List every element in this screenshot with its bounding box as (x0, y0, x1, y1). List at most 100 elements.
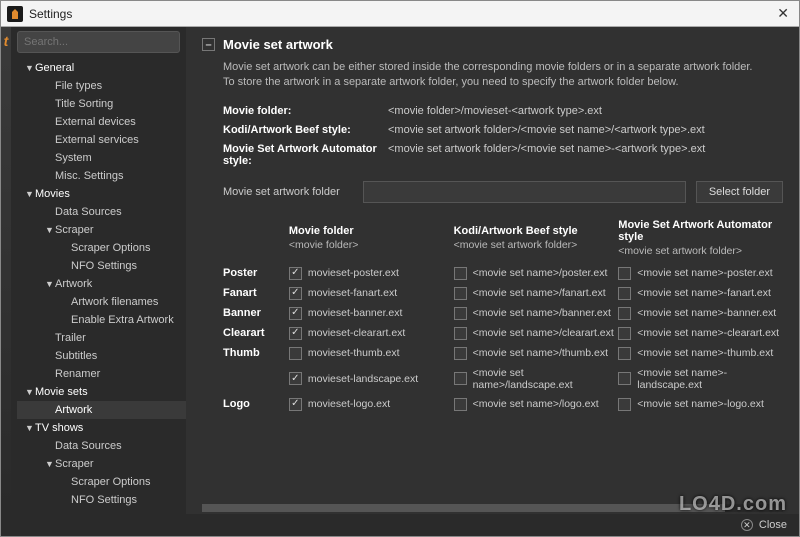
grid-row-label: Clearart (223, 327, 289, 339)
tree-item-external-devices[interactable]: External devices (17, 113, 186, 131)
grid-cell-text: <movie set name>-landscape.ext (637, 367, 783, 391)
tree-item-scraper-options[interactable]: Scraper Options (17, 473, 186, 491)
tree-item-label: System (55, 152, 92, 164)
grid-cell: movieset-poster.ext (289, 267, 454, 280)
grid-cell: movieset-thumb.ext (289, 347, 454, 360)
tree-item-movie-sets[interactable]: ▼Movie sets (17, 383, 186, 401)
grid-header: Movie folder<movie folder>Kodi/Artwork B… (223, 219, 783, 257)
checkbox[interactable] (618, 347, 631, 360)
path-examples: Movie folder:<movie folder>/movieset-<ar… (202, 105, 783, 167)
tree-item-data-sources[interactable]: Data Sources (17, 203, 186, 221)
tree-item-general[interactable]: ▼General (17, 59, 186, 77)
footer-close-button[interactable]: ✕ Close (1, 514, 799, 536)
artwork-folder-input[interactable] (363, 181, 686, 203)
path-row: Movie folder:<movie folder>/movieset-<ar… (223, 105, 783, 117)
checkbox[interactable] (454, 372, 467, 385)
tree-item-scraper[interactable]: ▼Scraper (17, 221, 186, 239)
left-strip: t (1, 27, 11, 514)
grid-cell-text: movieset-logo.ext (308, 398, 390, 410)
search-container (17, 31, 180, 53)
checkbox[interactable] (454, 347, 467, 360)
select-folder-button[interactable]: Select folder (696, 181, 783, 203)
checkbox[interactable] (454, 307, 467, 320)
tree-item-scraper[interactable]: ▼Scraper (17, 455, 186, 473)
path-value: <movie folder>/movieset-<artwork type>.e… (388, 105, 602, 117)
checkbox[interactable] (454, 327, 467, 340)
checkbox[interactable] (454, 398, 467, 411)
tree-item-label: Movies (35, 188, 70, 200)
checkbox[interactable] (289, 287, 302, 300)
collapse-icon[interactable]: – (202, 38, 215, 51)
tree-item-system[interactable]: System (17, 149, 186, 167)
checkbox[interactable] (618, 398, 631, 411)
nav-tree[interactable]: ▼GeneralFile typesTitle SortingExternal … (11, 57, 186, 514)
grid-cell-text: <movie set name>-logo.ext (637, 398, 764, 410)
checkbox[interactable] (289, 398, 302, 411)
checkbox[interactable] (618, 287, 631, 300)
section-title: Movie set artwork (223, 37, 333, 52)
grid-row: Clearartmovieset-clearart.ext<movie set … (223, 327, 783, 340)
caret-icon: ▼ (25, 387, 35, 397)
tree-item-enable-extra-artwork[interactable]: Enable Extra Artwork (17, 311, 186, 329)
checkbox[interactable] (618, 307, 631, 320)
logo-icon: t (4, 33, 9, 49)
tree-item-label: External services (55, 134, 139, 146)
grid-cell: <movie set name>-poster.ext (618, 267, 783, 280)
tree-item-artwork[interactable]: Artwork (17, 401, 186, 419)
caret-icon: ▼ (45, 279, 55, 289)
checkbox[interactable] (289, 347, 302, 360)
artwork-folder-row: Movie set artwork folder Select folder (202, 181, 783, 203)
grid-cell-text: movieset-poster.ext (308, 267, 399, 279)
tree-item-nfo-settings[interactable]: NFO Settings (17, 491, 186, 509)
checkbox[interactable] (289, 372, 302, 385)
grid-cell: <movie set name>/logo.ext (454, 398, 619, 411)
tree-item-data-sources[interactable]: Data Sources (17, 437, 186, 455)
checkbox[interactable] (618, 372, 631, 385)
grid-column-header: Kodi/Artwork Beef style<movie set artwor… (454, 225, 619, 251)
checkbox[interactable] (618, 327, 631, 340)
section-description: Movie set artwork can be either stored i… (202, 60, 783, 91)
tree-item-movies[interactable]: ▼Movies (17, 185, 186, 203)
horizontal-scrollbar[interactable] (202, 504, 783, 512)
tree-item-nfo-settings[interactable]: NFO Settings (17, 257, 186, 275)
window-title: Settings (29, 7, 72, 21)
caret-icon: ▼ (45, 459, 55, 469)
footer-close-label: Close (759, 519, 787, 531)
tree-item-label: Misc. Settings (55, 170, 123, 182)
tree-item-label: Title Sorting (55, 98, 113, 110)
tree-item-subtitles[interactable]: Subtitles (17, 347, 186, 365)
tree-item-trailer[interactable]: Trailer (17, 329, 186, 347)
tree-item-label: Data Sources (55, 206, 122, 218)
grid-cell-text: movieset-landscape.ext (308, 373, 418, 385)
tree-item-artwork-filenames[interactable]: Artwork filenames (17, 293, 186, 311)
grid-cell: <movie set name>/poster.ext (454, 267, 619, 280)
checkbox[interactable] (289, 267, 302, 280)
grid-cell: <movie set name>/fanart.ext (454, 287, 619, 300)
grid-row: movieset-landscape.ext<movie set name>/l… (223, 367, 783, 391)
tree-item-label: Enable Extra Artwork (71, 314, 174, 326)
checkbox[interactable] (454, 267, 467, 280)
close-icon[interactable]: ✕ (773, 5, 793, 22)
grid-row: Fanartmovieset-fanart.ext<movie set name… (223, 287, 783, 300)
tree-item-artwork[interactable]: ▼Artwork (17, 275, 186, 293)
grid-cell: movieset-fanart.ext (289, 287, 454, 300)
tree-item-renamer[interactable]: Renamer (17, 365, 186, 383)
tree-item-misc-settings[interactable]: Misc. Settings (17, 167, 186, 185)
tree-item-tv-shows[interactable]: ▼TV shows (17, 419, 186, 437)
tree-item-label: General (35, 62, 74, 74)
checkbox[interactable] (618, 267, 631, 280)
grid-cell: movieset-clearart.ext (289, 327, 454, 340)
tree-item-external-services[interactable]: External services (17, 131, 186, 149)
tree-item-label: Subtitles (55, 350, 97, 362)
checkbox[interactable] (454, 287, 467, 300)
tree-item-title-sorting[interactable]: Title Sorting (17, 95, 186, 113)
caret-icon: ▼ (25, 63, 35, 73)
checkbox[interactable] (289, 327, 302, 340)
sidebar: ▼GeneralFile typesTitle SortingExternal … (11, 27, 186, 514)
search-input[interactable] (17, 31, 180, 53)
tree-item-scraper-options[interactable]: Scraper Options (17, 239, 186, 257)
tree-item-file-types[interactable]: File types (17, 77, 186, 95)
grid-cell: <movie set name>/clearart.ext (454, 327, 619, 340)
titlebar: Settings ✕ (1, 1, 799, 27)
checkbox[interactable] (289, 307, 302, 320)
